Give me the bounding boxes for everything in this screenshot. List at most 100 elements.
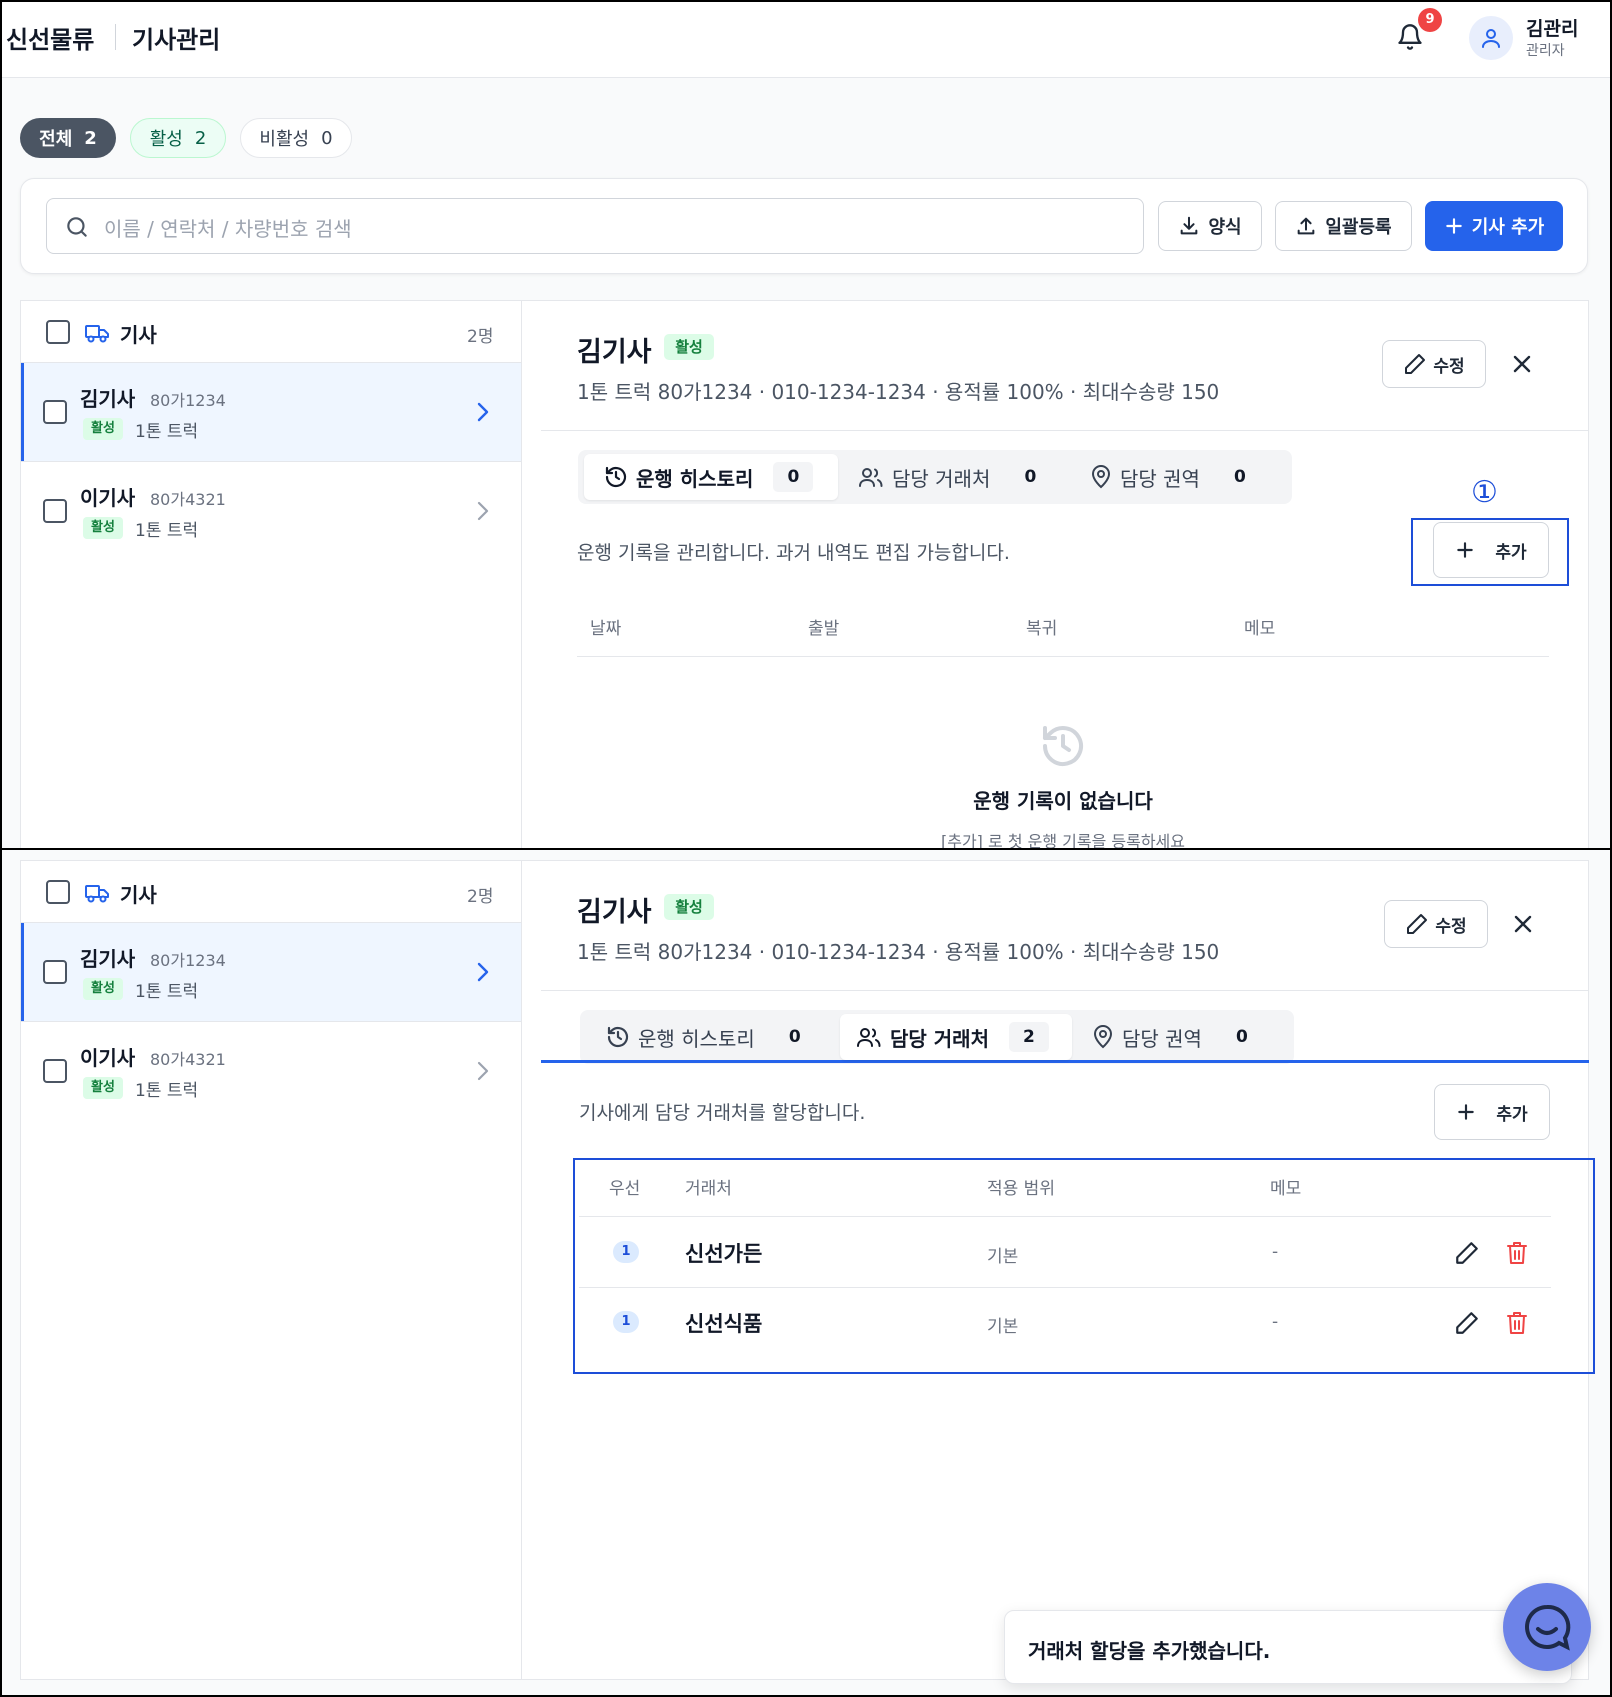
driver-vehicle: 1톤 트럭 (135, 422, 199, 442)
driver-name: 이기사 (80, 1046, 136, 1070)
chevron-right-icon (476, 401, 490, 423)
upload-icon (1298, 217, 1315, 235)
trash-icon[interactable] (1505, 1310, 1529, 1336)
tab-drive-history[interactable]: 운행 히스토리 0 (584, 454, 838, 500)
driver-name: 이기사 (80, 486, 136, 510)
client-name: 신선가든 (685, 1242, 763, 1266)
chevron-right-icon (476, 1060, 490, 1082)
screen-1: 신선물류 기사관리 9 김관리 관리자 전체 2 활성 2 비활성 0 이름 / 연락… (0, 0, 1612, 850)
plus-icon (1445, 218, 1462, 234)
pencil-icon (1405, 354, 1426, 374)
header-divider (115, 24, 116, 50)
column-header: 복귀 (1026, 619, 1058, 639)
status-badge: 활성 (83, 978, 123, 1000)
client-memo: - (1272, 1242, 1279, 1262)
user-name: 김관리 (1526, 18, 1579, 40)
close-icon[interactable] (1513, 914, 1533, 934)
client-memo: - (1272, 1312, 1279, 1332)
tab-underline (541, 1060, 1589, 1063)
trash-icon[interactable] (1505, 1240, 1529, 1266)
add-history-button[interactable]: 추가 (1433, 522, 1549, 578)
bulk-upload-button[interactable]: 일괄등록 (1275, 201, 1412, 251)
status-badge: 활성 (83, 517, 123, 539)
driver-checkbox[interactable] (43, 499, 67, 523)
filter-all[interactable]: 전체 2 (20, 118, 116, 158)
driver-plate: 80가4321 (150, 490, 226, 509)
driver-vehicle: 1톤 트럭 (135, 1081, 199, 1101)
history-icon (605, 466, 627, 488)
close-icon[interactable] (1512, 354, 1532, 374)
driver-row[interactable] (21, 462, 521, 560)
priority-badge: 1 (613, 1311, 639, 1333)
users-icon (857, 1028, 881, 1047)
app-header (2, 2, 1610, 78)
pencil-icon[interactable] (1454, 1240, 1480, 1266)
detail-status-badge: 활성 (664, 334, 714, 360)
template-download-button[interactable]: 양식 (1158, 201, 1262, 251)
priority-badge: 1 (613, 1241, 639, 1263)
select-all-checkbox[interactable] (46, 880, 70, 904)
filter-active[interactable]: 활성 2 (130, 118, 226, 158)
page-title: 기사관리 (132, 26, 221, 54)
toast-message: 거래처 할당을 추가했습니다. (1028, 1639, 1271, 1663)
tab-assigned-regions[interactable]: 담당 권역 0 (1078, 454, 1288, 500)
chat-button[interactable] (1503, 1583, 1591, 1671)
detail-info: 1톤 트럭 80가1234 · 010-1234-1234 · 용적률 100%… (577, 940, 1220, 964)
tab-assigned-clients[interactable]: 담당 거래처 2 (840, 1014, 1072, 1060)
driver-plate: 80가1234 (150, 391, 226, 410)
column-header: 거래처 (685, 1179, 732, 1199)
tab-assigned-clients[interactable]: 담당 거래처 0 (848, 454, 1068, 500)
driver-count: 2명 (467, 327, 494, 347)
client-scope: 기본 (987, 1317, 1019, 1337)
edit-button[interactable]: 수정 (1382, 340, 1486, 388)
divider (541, 430, 1589, 431)
status-badge: 활성 (83, 418, 123, 440)
notification-badge: 9 (1418, 8, 1442, 32)
column-header: 적용 범위 (987, 1179, 1055, 1199)
driver-row[interactable] (21, 1022, 521, 1120)
pencil-icon[interactable] (1454, 1310, 1480, 1336)
driver-count: 2명 (467, 887, 494, 907)
driver-plate: 80가4321 (150, 1050, 226, 1069)
tab-description: 운행 기록을 관리합니다. 과거 내역도 편집 가능합니다. (577, 542, 1010, 564)
detail-driver-name: 김기사 (577, 337, 652, 368)
tab-drive-history[interactable]: 운행 히스토리 0 (586, 1014, 838, 1060)
edit-button[interactable]: 수정 (1384, 900, 1488, 948)
column-header: 우선 (609, 1179, 641, 1199)
users-icon (859, 468, 883, 487)
add-driver-button[interactable]: 기사 추가 (1425, 201, 1563, 251)
truck-icon (84, 322, 110, 344)
search-placeholder: 이름 / 연락처 / 차량번호 검색 (104, 217, 352, 241)
select-all-checkbox[interactable] (46, 320, 70, 344)
detail-status-badge: 활성 (664, 894, 714, 920)
driver-row-selected[interactable] (21, 363, 521, 461)
driver-checkbox[interactable] (43, 400, 67, 424)
avatar[interactable] (1469, 16, 1513, 60)
driver-vehicle: 1톤 트럭 (135, 982, 199, 1002)
divider (541, 990, 1589, 991)
empty-state-subtitle: [추가] 로 첫 운행 기록을 등록하세요 (941, 832, 1185, 850)
column-header: 날짜 (590, 619, 622, 639)
driver-checkbox[interactable] (43, 1059, 67, 1083)
divider (577, 656, 1549, 657)
driver-checkbox[interactable] (43, 960, 67, 984)
column-header: 메모 (1270, 1179, 1302, 1199)
driver-row-selected[interactable] (21, 923, 521, 1021)
plus-icon (1458, 1104, 1475, 1120)
plus-icon (1457, 542, 1474, 558)
detail-driver-name: 김기사 (577, 897, 652, 928)
driver-list-title: 기사 (120, 323, 157, 347)
chat-icon (1525, 1604, 1571, 1651)
brand-name: 신선물류 (6, 26, 95, 54)
driver-name: 김기사 (80, 387, 136, 411)
add-client-button[interactable]: 추가 (1434, 1084, 1550, 1140)
annotation-marker: ① (1471, 475, 1498, 510)
driver-list-title: 기사 (120, 883, 157, 907)
driver-plate: 80가1234 (150, 951, 226, 970)
status-badge: 활성 (83, 1077, 123, 1099)
download-icon (1181, 216, 1198, 235)
empty-state-title: 운행 기록이 없습니다 (973, 789, 1153, 813)
tab-assigned-regions[interactable]: 담당 권역 0 (1080, 1014, 1290, 1060)
filter-inactive[interactable]: 비활성 0 (240, 118, 352, 158)
tab-description: 기사에게 담당 거래처를 할당합니다. (579, 1102, 866, 1124)
